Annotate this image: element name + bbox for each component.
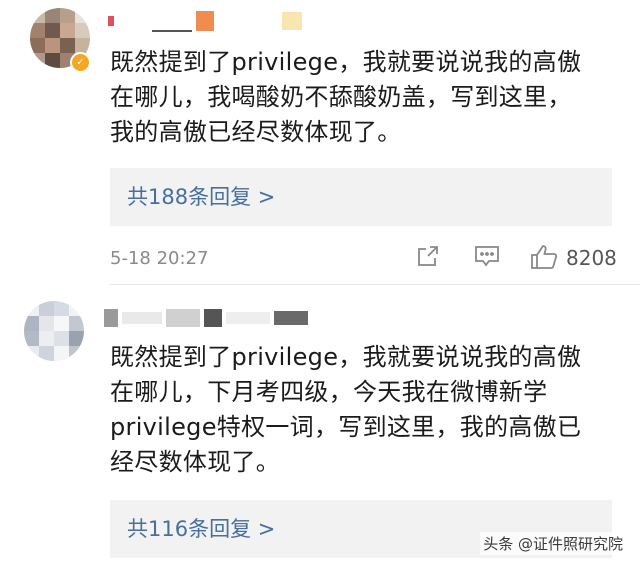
username-redacted[interactable] [108, 10, 302, 32]
watermark: 头条 @证件照研究院 [480, 532, 626, 555]
avatar-mosaic [24, 301, 84, 361]
comment-text-line: 在哪儿，下月考四级，今天我在微博新学 [110, 378, 548, 406]
comment-time: 5-18 20:27 [110, 248, 209, 269]
comment-text-line: 我的高傲已经尽数体现了。 [110, 118, 402, 146]
view-replies-button[interactable]: 共188条回复 > [110, 168, 612, 226]
thumbs-up-icon[interactable] [530, 244, 558, 270]
avatar[interactable] [24, 301, 84, 361]
comment-item: ✓ 既然提到了privilege，我就要说说我的高傲 在哪儿，我喝酸奶不舔酸奶盖… [0, 0, 640, 284]
share-icon[interactable] [416, 244, 440, 268]
verified-badge-icon: ✓ [70, 52, 91, 73]
comment-text-line: privilege特权一词，写到这里，我的高傲已 [110, 413, 582, 441]
comment-item: 既然提到了privilege，我就要说说我的高傲 在哪儿，下月考四级，今天我在微… [0, 285, 640, 565]
like-count: 8208 [566, 246, 617, 270]
username-redacted[interactable] [104, 309, 308, 327]
comment-text: 既然提到了privilege，我就要说说我的高傲 在哪儿，我喝酸奶不舔酸奶盖，写… [110, 45, 615, 150]
comment-text: 既然提到了privilege，我就要说说我的高傲 在哪儿，下月考四级，今天我在微… [110, 340, 615, 480]
comment-text-line: 既然提到了privilege，我就要说说我的高傲 [110, 48, 582, 76]
comment-icon[interactable] [474, 244, 500, 268]
comment-text-line: 经尽数体现了。 [110, 448, 281, 476]
comment-text-line: 既然提到了privilege，我就要说说我的高傲 [110, 343, 582, 371]
comment-text-line: 在哪儿，我喝酸奶不舔酸奶盖，写到这里， [110, 83, 572, 111]
comment-meta-bar: 5-18 20:27 8208 [110, 240, 620, 276]
